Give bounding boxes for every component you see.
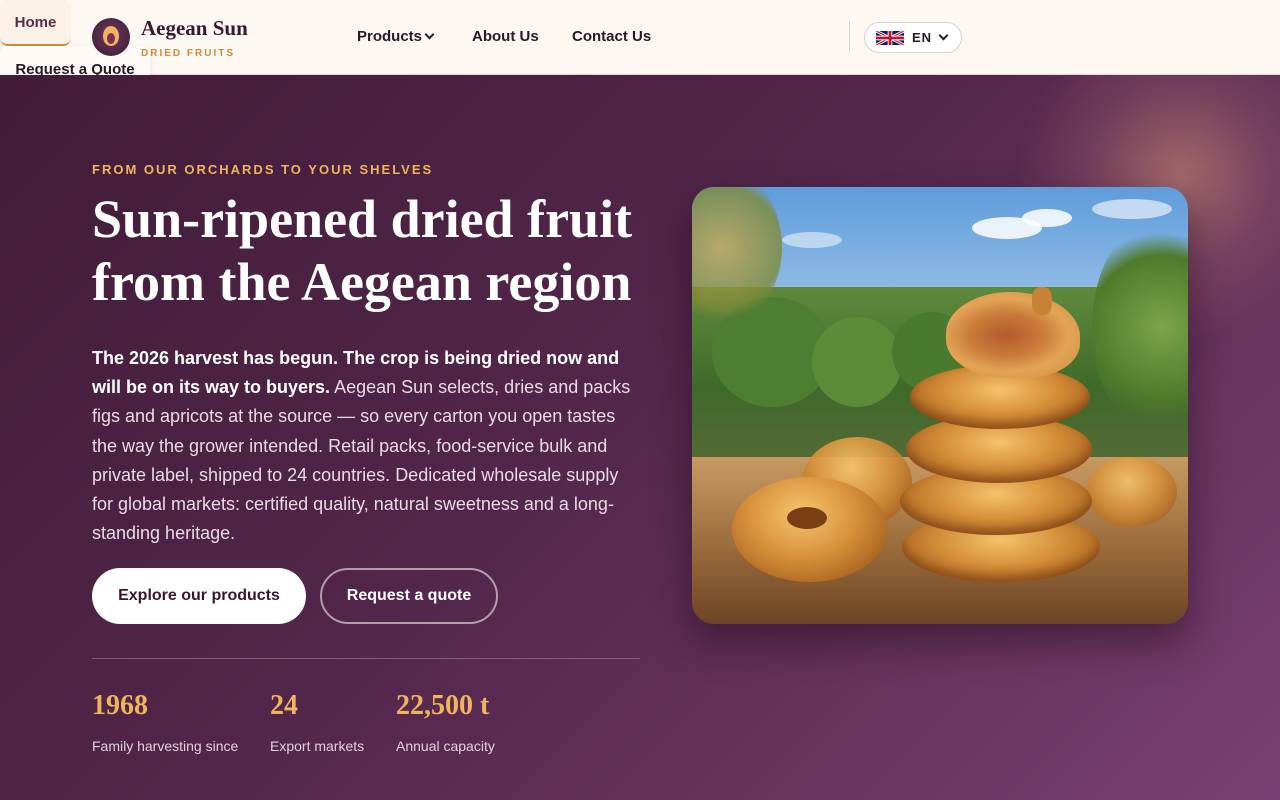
nav-contact[interactable]: Contact Us: [572, 28, 651, 45]
hero-eyebrow: FROM OUR ORCHARDS TO YOUR SHELVES: [92, 162, 434, 177]
nav-home[interactable]: Home: [0, 0, 71, 46]
hero-image-dried-figs: [692, 187, 1188, 624]
stat-label: Family harvesting since: [92, 738, 239, 754]
stat-value: 1968: [92, 690, 148, 721]
nav-products-label: Products: [357, 28, 423, 45]
brand-subtitle: DRIED FRUITS: [141, 48, 235, 59]
uk-flag-icon: [876, 30, 904, 45]
nav-divider: [849, 21, 850, 53]
language-label: EN: [912, 30, 933, 45]
chevron-down-icon: [938, 30, 949, 41]
nav-about[interactable]: About Us: [472, 28, 539, 45]
hero-headline: Sun-ripened dried fruit from the Aegean …: [92, 189, 633, 312]
stats-divider: [92, 658, 640, 659]
language-selector[interactable]: EN: [864, 22, 962, 53]
chevron-down-icon: [424, 29, 435, 40]
logo-icon[interactable]: [92, 18, 130, 56]
brand-name[interactable]: Aegean Sun: [141, 16, 248, 41]
hero-lead-text: Aegean Sun selects, dries and packs figs…: [92, 377, 631, 544]
stat-label: Annual capacity: [396, 738, 495, 754]
stat-label: Export markets: [270, 738, 365, 754]
stat-value: 22,500 t: [396, 690, 490, 721]
stat-value: 24: [270, 690, 298, 721]
hero-lead: The 2026 harvest has begun. The crop is …: [92, 344, 640, 548]
site-header: Aegean Sun DRIED FRUITS Home Products Ab…: [0, 0, 1280, 92]
request-quote-button[interactable]: Request a quote: [320, 568, 498, 624]
explore-products-button[interactable]: Explore our products: [92, 568, 306, 624]
nav-products[interactable]: Products: [357, 28, 435, 45]
